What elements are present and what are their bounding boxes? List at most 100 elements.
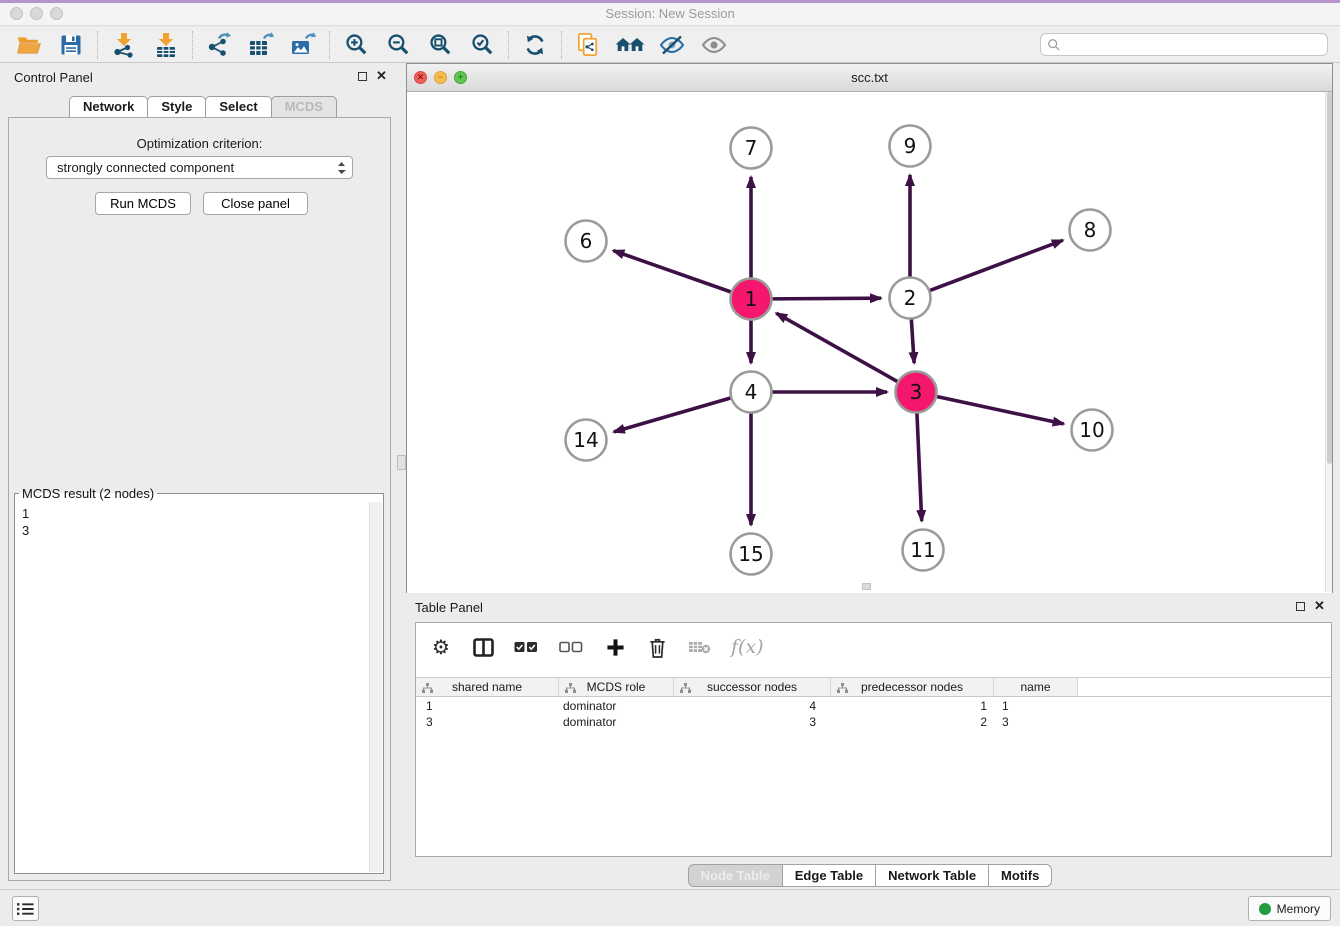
run-mcds-button[interactable]: Run MCDS [95,192,191,215]
optimization-criterion-label: Optimization criterion: [9,136,390,151]
open-session-icon[interactable] [8,30,50,60]
network-close-button[interactable]: ✕ [414,71,427,84]
tab-node-table[interactable]: Node Table [688,864,783,887]
delete-table-icon[interactable] [688,640,711,654]
node-table-panel: ⚙ f(x) shared name [415,622,1332,857]
close-window-button[interactable] [10,7,23,20]
criterion-select[interactable]: strongly connected component [46,156,353,179]
maximize-window-button[interactable] [50,7,63,20]
close-panel-button[interactable]: Close panel [203,192,308,215]
add-column-plus-icon[interactable] [604,638,626,657]
minimize-window-button[interactable] [30,7,43,20]
select-all-checkboxes-icon[interactable] [514,641,539,653]
graph-edge-3-11[interactable] [917,412,922,521]
zoom-selected-icon[interactable] [461,30,503,60]
export-network-icon[interactable] [198,30,240,60]
graph-node-label-7: 7 [745,136,758,160]
tab-network-table[interactable]: Network Table [875,864,989,887]
graph-node-label-10: 10 [1079,418,1104,442]
graph-edge-1-6[interactable] [613,251,732,293]
deselect-all-checkboxes-icon[interactable] [559,641,584,653]
graph-node-label-15: 15 [738,542,763,566]
cell-predecessor-nodes[interactable]: 1 [831,698,994,714]
search-input[interactable] [1061,38,1327,52]
refresh-icon[interactable] [514,30,556,60]
window-title: Session: New Session [605,6,734,21]
network-horizontal-scroll-handle[interactable] [862,583,871,590]
network-maximize-button[interactable]: + [454,71,467,84]
zoom-out-icon[interactable] [377,30,419,60]
graph-edge-1-2[interactable] [771,298,881,299]
cell-successor-nodes[interactable]: 3 [674,714,831,730]
select-stepper-icon [337,161,346,175]
table-panel-float-icon[interactable] [1296,602,1305,611]
cell-shared-name[interactable]: 3 [416,714,559,730]
table-row[interactable]: 3 dominator 3 2 3 [416,714,1331,730]
mcds-result-text[interactable]: 1 3 [16,502,369,872]
control-panel-tabs: NetworkStyleSelectMCDS [0,96,405,118]
import-network-icon[interactable] [103,30,145,60]
tab-style[interactable]: Style [147,96,206,118]
tab-network[interactable]: Network [69,96,148,118]
cell-mcds-role[interactable]: dominator [559,698,674,714]
toolbar-separator [192,31,193,59]
tab-select[interactable]: Select [205,96,271,118]
column-header-shared-name[interactable]: shared name [416,678,559,696]
memory-button[interactable]: Memory [1248,896,1331,921]
network-minimize-button[interactable]: − [434,71,447,84]
toolbar-separator [561,31,562,59]
column-header-mcds-role[interactable]: MCDS role [559,678,674,696]
cell-name[interactable]: 1 [994,698,1078,714]
zoom-fit-icon[interactable] [419,30,461,60]
graph-edge-3-10[interactable] [936,396,1064,424]
toolbar-separator [329,31,330,59]
save-session-icon[interactable] [50,30,92,60]
mcds-result-scrollbar[interactable] [369,502,382,872]
control-panel-close-icon[interactable]: ✕ [376,71,387,81]
cell-mcds-role[interactable]: dominator [559,714,674,730]
graph-node-label-6: 6 [580,229,593,253]
control-panel-float-icon[interactable] [358,72,367,81]
export-image-icon[interactable] [282,30,324,60]
open-network-file-icon[interactable] [567,30,609,60]
network-canvas[interactable]: 7968124314101511 [407,92,1332,593]
split-divider-handle[interactable] [397,455,406,470]
graph-edge-3-1[interactable] [776,313,898,382]
graph-node-label-11: 11 [910,538,935,562]
hide-selected-eye-icon[interactable] [651,30,693,60]
task-history-button[interactable] [12,896,39,921]
show-all-eye-icon[interactable] [693,30,735,60]
column-header-name[interactable]: name [994,678,1078,696]
table-panel-close-icon[interactable]: ✕ [1314,601,1325,611]
graph-edge-4-14[interactable] [614,398,732,432]
task-list-icon [17,902,34,916]
cell-successor-nodes[interactable]: 4 [674,698,831,714]
search-field[interactable] [1040,33,1328,56]
cell-predecessor-nodes[interactable]: 2 [831,714,994,730]
titlebar: Session: New Session [0,3,1340,26]
tab-mcds[interactable]: MCDS [271,96,337,118]
delete-column-trash-icon[interactable] [646,637,668,658]
cell-name[interactable]: 3 [994,714,1078,730]
column-header-predecessor-nodes[interactable]: predecessor nodes [831,678,994,696]
table-settings-gear-icon[interactable]: ⚙ [430,635,452,659]
graph-node-label-8: 8 [1084,218,1097,242]
tab-motifs[interactable]: Motifs [988,864,1052,887]
table-toolbar: ⚙ f(x) [416,623,1331,671]
graph-edge-2-3[interactable] [911,318,914,363]
split-view-icon[interactable] [472,638,494,657]
first-neighbors-icon[interactable] [609,30,651,60]
export-table-icon[interactable] [240,30,282,60]
import-table-icon[interactable] [145,30,187,60]
cell-shared-name[interactable]: 1 [416,698,559,714]
table-body: 1 dominator 4 1 1 3 dominator 3 2 3 [416,698,1331,730]
zoom-in-icon[interactable] [335,30,377,60]
search-icon [1047,38,1061,52]
table-row[interactable]: 1 dominator 4 1 1 [416,698,1331,714]
column-header-successor-nodes[interactable]: successor nodes [674,678,831,696]
tab-edge-table[interactable]: Edge Table [782,864,876,887]
network-vertical-scrollbar[interactable] [1325,92,1332,592]
function-builder-icon[interactable]: f(x) [731,636,764,658]
graph-edge-2-8[interactable] [929,240,1063,291]
criterion-selected-value: strongly connected component [57,160,337,175]
